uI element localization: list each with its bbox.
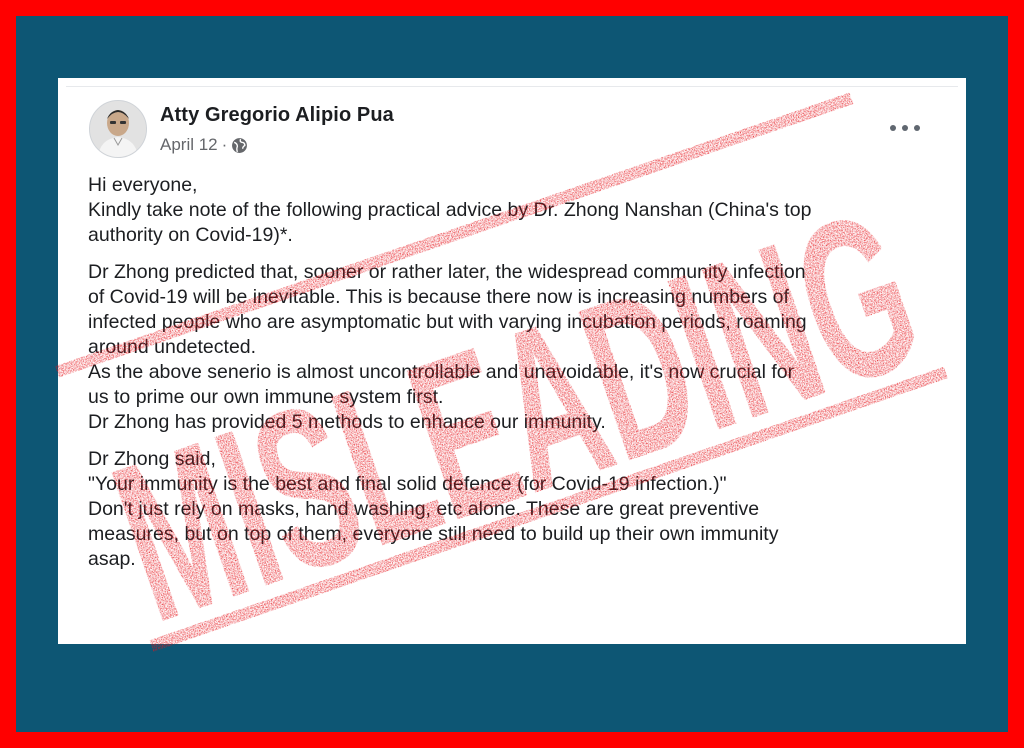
post-line: measures, but on top of them, everyone s… xyxy=(88,523,779,545)
post-line: Dr Zhong predicted that, sooner or rathe… xyxy=(88,261,806,283)
post-line: of Covid-19 will be inevitable. This is … xyxy=(88,286,789,308)
post-line: "Your immunity is the best and final sol… xyxy=(88,473,727,495)
post-line: around undetected. xyxy=(88,336,257,358)
post-line: infected people who are asymptomatic but… xyxy=(88,311,807,333)
post-line: Don't just rely on masks, hand washing, … xyxy=(88,498,760,520)
post-line: authority on Covid-19)*. xyxy=(88,224,293,246)
author-avatar[interactable] xyxy=(89,100,147,158)
post-line: Hi everyone, xyxy=(88,174,198,196)
facebook-post-card: Atty Gregorio Alipio Pua April 12 · Hi e… xyxy=(58,78,966,644)
post-body: Hi everyone, Kindly take note of the fol… xyxy=(88,173,948,584)
avatar-portrait-icon xyxy=(90,101,146,157)
post-meta: April 12 · xyxy=(160,135,248,155)
post-line: Dr Zhong said, xyxy=(88,448,216,470)
post-line: asap. xyxy=(88,548,136,570)
globe-icon[interactable] xyxy=(231,137,248,154)
post-author-name[interactable]: Atty Gregorio Alipio Pua xyxy=(160,104,394,127)
post-line: As the above senerio is almost uncontrol… xyxy=(88,361,795,383)
more-options-icon[interactable] xyxy=(890,118,920,138)
card-top-divider xyxy=(66,86,958,87)
post-date[interactable]: April 12 xyxy=(160,135,218,155)
post-line: Dr Zhong has provided 5 methods to enhan… xyxy=(88,411,606,433)
post-paragraph-3: Dr Zhong said, "Your immunity is the bes… xyxy=(88,447,948,572)
post-line: us to prime our own immune system first. xyxy=(88,386,444,408)
post-paragraph-2: Dr Zhong predicted that, sooner or rathe… xyxy=(88,260,948,435)
meta-separator: · xyxy=(221,135,228,154)
post-line: Kindly take note of the following practi… xyxy=(88,199,812,221)
post-paragraph-1: Hi everyone, Kindly take note of the fol… xyxy=(88,173,948,248)
